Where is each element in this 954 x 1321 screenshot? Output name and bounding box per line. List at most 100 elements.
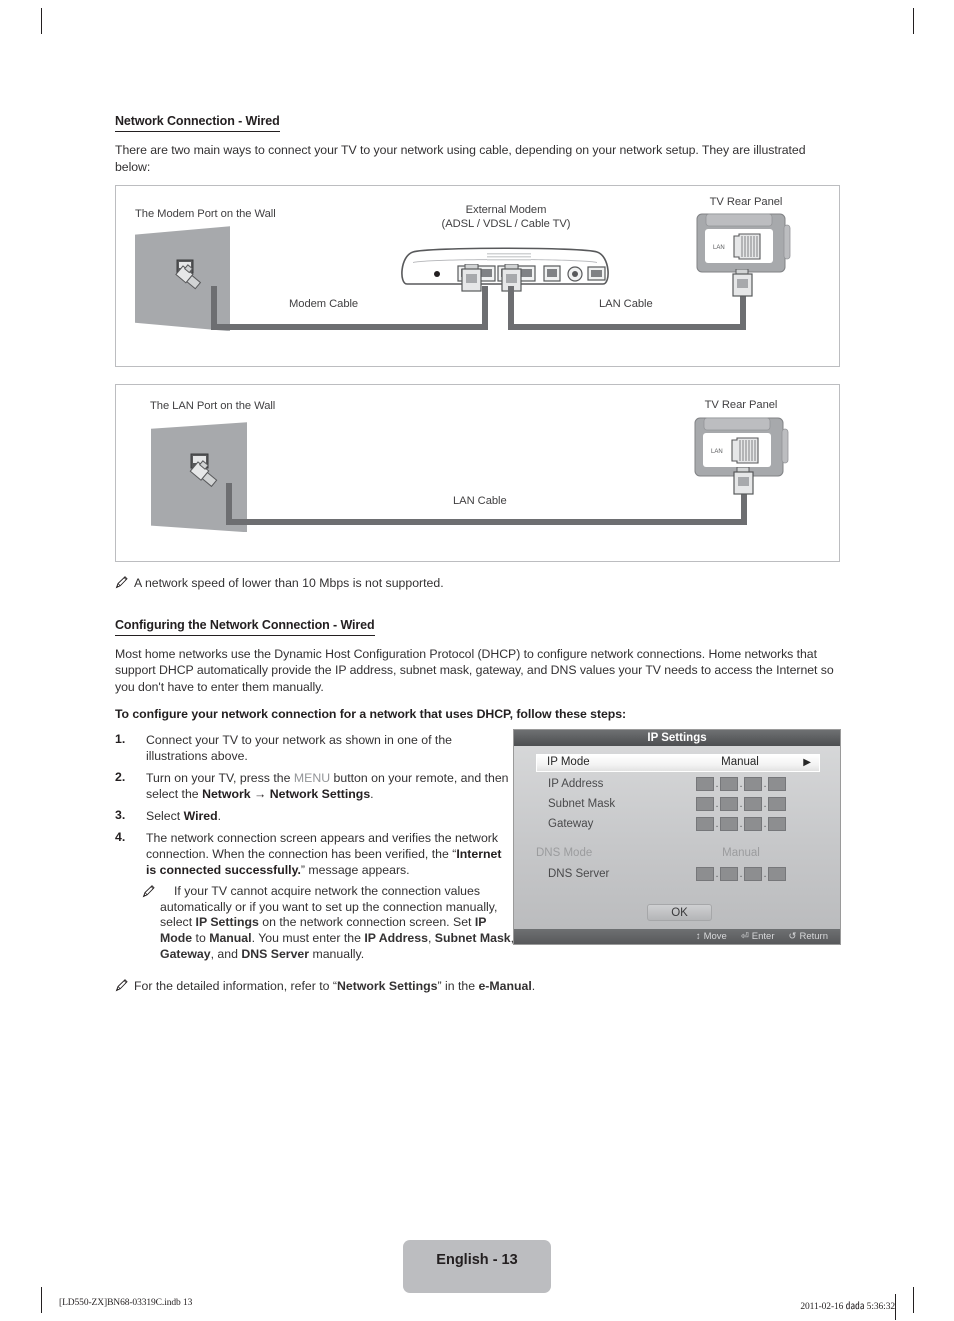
section-2-heading: Configuring the Network Connection - Wir…: [115, 618, 375, 636]
footer-move-label: Move: [703, 931, 727, 942]
pencil-icon: [142, 885, 155, 903]
diagram1-modem-label-line2: (ADSL / VDSL / Cable TV): [441, 218, 571, 231]
note-emanual-b2: e-Manual: [478, 979, 532, 994]
section-2-lead: To configure your network connection for…: [115, 706, 627, 721]
substep-b1: IP Settings: [195, 915, 259, 930]
substep-b6: Gateway: [160, 946, 211, 961]
diagram2-tv-plug: [733, 467, 754, 495]
substep-t4: . You must enter the: [251, 930, 365, 945]
dns-mode-label: DNS Mode: [536, 847, 593, 859]
subnet-mask-octet-3[interactable]: [744, 797, 762, 811]
note-emanual: For the detailed information, refer to “…: [115, 978, 840, 995]
step-4-text-a: The network connection screen appears an…: [146, 831, 499, 862]
gateway-octet-3[interactable]: [744, 817, 762, 831]
diagram2-lan-cable-label: LAN Cable: [453, 495, 507, 508]
pencil-icon: [115, 576, 128, 594]
dns-mode-row[interactable]: DNS Mode Manual: [536, 846, 820, 865]
footer-enter-label: Enter: [751, 931, 775, 942]
dns-server-octet-4[interactable]: [768, 867, 786, 881]
return-arrow-icon: ↺: [788, 931, 797, 942]
footer-move[interactable]: ↕ Move: [696, 929, 727, 944]
svg-text:LAN: LAN: [713, 245, 725, 251]
ip-mode-row[interactable]: IP Mode Manual ▶: [536, 754, 820, 772]
dns-server-octet-1[interactable]: [696, 867, 714, 881]
section-2-heading-wrap: Configuring the Network Connection - Wir…: [115, 616, 840, 639]
ip-address-octet-2[interactable]: [720, 777, 738, 791]
diagram1-lan-cable-horizontal: [508, 324, 746, 331]
manual-page: Network Connection - Wired There are two…: [0, 0, 954, 1321]
step-4-body: The network connection screen appears an…: [142, 830, 515, 962]
gateway-row[interactable]: Gateway . . .: [536, 817, 820, 836]
gateway-octet-1[interactable]: [696, 817, 714, 831]
substep-t7: , and: [210, 946, 242, 961]
section-2-paragraph: Most home networks use the Dynamic Host …: [115, 646, 834, 694]
dns-mode-value: Manual: [722, 847, 760, 859]
gateway-octet-2[interactable]: [720, 817, 738, 831]
note-network-speed-text: A network speed of lower than 10 Mbps is…: [134, 576, 444, 591]
note-network-speed: A network speed of lower than 10 Mbps is…: [115, 575, 840, 592]
footer-return[interactable]: ↺ Return: [789, 929, 828, 944]
diagram2-lan-cable-horizontal: [226, 519, 747, 526]
diagram1-tv-plug: [732, 269, 753, 297]
note-emanual-t2: ” in the: [437, 979, 479, 994]
subnet-mask-octet-4[interactable]: [768, 797, 786, 811]
dns-server-octets[interactable]: . . .: [696, 867, 786, 881]
pencil-icon: [115, 979, 128, 997]
gateway-octets[interactable]: . . .: [696, 817, 786, 831]
subnet-mask-octets[interactable]: . . .: [696, 797, 786, 811]
footer-enter[interactable]: ⏎ Enter: [741, 929, 775, 944]
footer-rule: [895, 1294, 896, 1320]
step-2-text-c: .: [370, 787, 374, 802]
step-2-text: Turn on your TV, press the MENU button o…: [146, 770, 515, 802]
section-1-intro: There are two main ways to connect your …: [115, 143, 806, 174]
section-1-heading: Network Connection - Wired: [115, 114, 280, 132]
steps-list: 1. Connect your TV to your network as sh…: [115, 732, 515, 962]
ip-address-row[interactable]: IP Address . . .: [536, 777, 820, 796]
diagram1-modem-cable-label: Modem Cable: [289, 298, 359, 311]
step-1-number: 1.: [115, 732, 126, 747]
step-3-text: Select Wired.: [146, 808, 221, 824]
subnet-mask-row[interactable]: Subnet Mask . . .: [536, 797, 820, 816]
up-down-arrow-icon: ↕: [695, 931, 701, 942]
subnet-mask-label: Subnet Mask: [548, 798, 616, 810]
subnet-mask-octet-2[interactable]: [720, 797, 738, 811]
note-emanual-b1: Network Settings: [337, 979, 438, 994]
dns-server-row[interactable]: DNS Server . . .: [536, 867, 820, 886]
step-4-text: The network connection screen appears an…: [146, 830, 515, 878]
substep-t5: ,: [427, 930, 435, 945]
step-2-text-a: Turn on your TV, press the: [146, 771, 294, 786]
dns-server-octet-3[interactable]: [744, 867, 762, 881]
ip-address-octet-1[interactable]: [696, 777, 714, 791]
section-1-heading-wrap: Network Connection - Wired: [115, 112, 840, 135]
step-2: 2. Turn on your TV, press the MENU butto…: [115, 770, 515, 802]
chevron-right-icon[interactable]: ▶: [803, 757, 811, 768]
enter-key-icon: ⏎: [740, 931, 749, 942]
gateway-octet-4[interactable]: [768, 817, 786, 831]
diagram1-tv-label: TV Rear Panel: [709, 196, 783, 209]
dns-server-octet-2[interactable]: [720, 867, 738, 881]
diagram1-tv-rear-panel: LAN: [696, 213, 791, 273]
ip-address-octets[interactable]: . . .: [696, 777, 786, 791]
diagram1-lan-cable-label: LAN Cable: [599, 298, 653, 311]
ok-button[interactable]: OK: [647, 904, 712, 921]
substep-t3: to: [192, 930, 210, 945]
step-4: 4. The network connection screen appears…: [115, 830, 515, 962]
diagram1-wall-label: The Modem Port on the Wall: [135, 208, 276, 221]
ip-settings-title: IP Settings: [514, 730, 840, 746]
footer-file-info: [LD550-ZX]BN68-03319C.indb 13: [59, 1298, 193, 1308]
diagram1-wall-socket-icon: [175, 259, 202, 290]
step-2-arrow: →: [250, 787, 270, 802]
step-1-text: Connect your TV to your network as shown…: [146, 733, 452, 764]
step-2-number: 2.: [115, 770, 126, 785]
step-3: 3. Select Wired.: [115, 808, 515, 824]
substep-b4: IP Address: [364, 930, 428, 945]
subnet-mask-octet-1[interactable]: [696, 797, 714, 811]
ip-address-octet-3[interactable]: [744, 777, 762, 791]
ip-settings-footer: ↕ Move ⏎ Enter ↺ Return: [514, 929, 840, 944]
dns-server-label: DNS Server: [548, 868, 610, 880]
ip-address-octet-4[interactable]: [768, 777, 786, 791]
diagram2-tv-label: TV Rear Panel: [704, 399, 778, 412]
substep-t2: on the network connection screen. Set: [258, 915, 475, 930]
diagram1-modem-plug-left: [461, 264, 482, 292]
diagram1-modem-cable-horizontal: [211, 324, 488, 331]
